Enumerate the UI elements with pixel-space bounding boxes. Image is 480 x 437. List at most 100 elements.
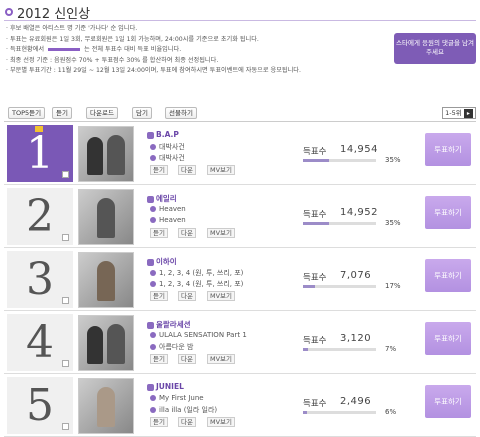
listen-button[interactable]: 듣기 — [150, 165, 168, 175]
artist-name[interactable]: JUNIEL — [147, 382, 184, 391]
vote-ratio-fill — [303, 285, 316, 288]
vote-button[interactable]: 투표하기 — [425, 196, 471, 229]
votes-count: 14,954 — [340, 144, 378, 155]
song-title[interactable]: 대박사건 — [150, 153, 185, 163]
download-button[interactable]: 다운 — [178, 417, 196, 427]
listen-button[interactable]: 듣기 — [150, 291, 168, 301]
vote-button[interactable]: 투표하기 — [425, 259, 471, 292]
divider — [4, 20, 476, 21]
votes-count: 7,076 — [340, 270, 372, 281]
vote-percent: 7% — [385, 345, 397, 353]
artist-name[interactable]: B.A.P — [147, 130, 179, 139]
add-button[interactable]: 담기 — [132, 107, 152, 119]
votes-count: 14,952 — [340, 207, 378, 218]
song-title[interactable]: illa illa (일라 일라) — [150, 405, 217, 415]
artist-photo — [78, 378, 134, 434]
album-title[interactable]: 1, 2, 3, 4 (원, 투, 쓰리, 포) — [150, 268, 243, 278]
artist-icon — [147, 195, 154, 203]
votes-label: 득표수 — [303, 210, 327, 220]
list-item: 5 JUNIEL My First June illa illa (일라 일라)… — [4, 374, 476, 437]
download-button[interactable]: 다운 — [178, 228, 196, 238]
artist-name[interactable]: 이하이 — [147, 256, 177, 267]
song-title[interactable]: 아름다운 밤 — [150, 342, 193, 352]
cheer-comment-button[interactable]: 스타에게 응원의 댓글을 남겨주세요 — [394, 33, 476, 64]
votes-label: 득표수 — [303, 336, 327, 346]
artist-icon — [147, 131, 154, 139]
song-title[interactable]: 1, 2, 3, 4 (원, 투, 쓰리, 포) — [150, 279, 243, 289]
download-button[interactable]: 다운로드 — [86, 107, 118, 119]
mv-button[interactable]: MV보기 — [207, 354, 236, 364]
notice-line: 득표현황에서 는 전체 투표수 대비 득표 비율입니다. — [6, 45, 386, 56]
artist-photo — [78, 315, 134, 371]
album-title[interactable]: Heaven — [150, 205, 186, 213]
artist-photo — [78, 252, 134, 308]
top5-listen-button[interactable]: TOP5듣기 — [8, 107, 46, 119]
vote-ratio-fill — [303, 222, 329, 225]
artist-icon — [147, 383, 154, 391]
vote-ratio-bar — [303, 159, 376, 162]
album-title[interactable]: My First June — [150, 394, 204, 402]
toolbar: TOP5듣기 듣기 다운로드 담기 선물하기 1-5위 ▸ — [4, 107, 476, 121]
album-title[interactable]: 대박사건 — [150, 142, 185, 152]
vote-percent: 35% — [385, 156, 401, 164]
vote-ratio-fill — [303, 159, 329, 162]
listen-button[interactable]: 듣기 — [52, 107, 72, 119]
artist-icon — [147, 258, 154, 266]
list-item: 2 에일리 Heaven Heaven 듣기 다운 MV보기 득표수 14,95… — [4, 185, 476, 248]
artist-name[interactable]: 울랄라세션 — [147, 319, 191, 330]
select-checkbox[interactable] — [62, 297, 69, 304]
mv-button[interactable]: MV보기 — [207, 165, 236, 175]
notice-line: 투표는 유료회원은 1일 3회, 무료회원은 1일 1회 가능하며, 24:00… — [6, 35, 386, 46]
vote-button[interactable]: 투표하기 — [425, 385, 471, 418]
crown-icon — [35, 126, 43, 132]
votes-label: 득표수 — [303, 273, 327, 283]
vote-ratio-bar — [303, 222, 376, 225]
select-checkbox[interactable] — [62, 423, 69, 430]
select-checkbox[interactable] — [62, 234, 69, 241]
mv-button[interactable]: MV보기 — [207, 291, 236, 301]
listen-button[interactable]: 듣기 — [150, 228, 168, 238]
download-button[interactable]: 다운 — [178, 165, 196, 175]
album-title[interactable]: ULALA SENSATION Part 1 — [150, 331, 247, 339]
vote-percent: 17% — [385, 282, 401, 290]
gift-button[interactable]: 선물하기 — [165, 107, 197, 119]
vote-button[interactable]: 투표하기 — [425, 133, 471, 166]
download-button[interactable]: 다운 — [178, 291, 196, 301]
list-item: 4 울랄라세션 ULALA SENSATION Part 1 아름다운 밤 듣기… — [4, 311, 476, 374]
select-checkbox[interactable] — [62, 171, 69, 178]
range-selector[interactable]: 1-5위 ▸ — [442, 107, 476, 119]
vote-ratio-fill — [303, 348, 309, 351]
mv-button[interactable]: MV보기 — [207, 228, 236, 238]
notice-line: 후보 배열은 아티스트 명 기준 '가나다' 순 입니다. — [6, 24, 386, 35]
notice-text: 득표현황에서 는 전체 투표수 대비 득표 비율입니다. — [9, 46, 182, 53]
listen-button[interactable]: 듣기 — [150, 354, 168, 364]
notice-line: 부문별 투표기간 : 11월 29일 ~ 12월 13일 24:00이며, 투표… — [6, 66, 386, 77]
artist-photo — [78, 126, 134, 182]
notice-box: 후보 배열은 아티스트 명 기준 '가나다' 순 입니다. 투표는 유료회원은 … — [6, 24, 386, 77]
vote-ratio-bar — [303, 411, 376, 414]
song-title[interactable]: Heaven — [150, 216, 186, 224]
vote-ratio-fill — [303, 411, 308, 414]
artist-icon — [147, 321, 154, 329]
votes-count: 2,496 — [340, 396, 372, 407]
votes-label: 득표수 — [303, 399, 327, 409]
chevron-right-icon: ▸ — [463, 108, 473, 118]
artist-name[interactable]: 에일리 — [147, 193, 177, 204]
vote-ratio-bar — [303, 285, 376, 288]
mv-button[interactable]: MV보기 — [207, 417, 236, 427]
artist-photo — [78, 189, 134, 245]
vote-ratio-bar — [303, 348, 376, 351]
votes-count: 3,120 — [340, 333, 372, 344]
download-button[interactable]: 다운 — [178, 354, 196, 364]
nominee-list: 1 B.A.P 대박사건 대박사건 듣기 다운 MV보기 득표수 14,954 … — [4, 121, 476, 437]
gauge-sample — [48, 47, 81, 51]
notice-line: 최종 선정 기준 : 음원점수 70% + 투표점수 30% 를 합산하여 최종… — [6, 56, 386, 67]
select-checkbox[interactable] — [62, 360, 69, 367]
listen-button[interactable]: 듣기 — [150, 417, 168, 427]
circle-icon — [5, 8, 13, 16]
vote-percent: 6% — [385, 408, 397, 416]
header: 2012 신인상 — [0, 0, 480, 22]
list-item: 1 B.A.P 대박사건 대박사건 듣기 다운 MV보기 득표수 14,954 … — [4, 122, 476, 185]
list-item: 3 이하이 1, 2, 3, 4 (원, 투, 쓰리, 포) 1, 2, 3, … — [4, 248, 476, 311]
vote-button[interactable]: 투표하기 — [425, 322, 471, 355]
